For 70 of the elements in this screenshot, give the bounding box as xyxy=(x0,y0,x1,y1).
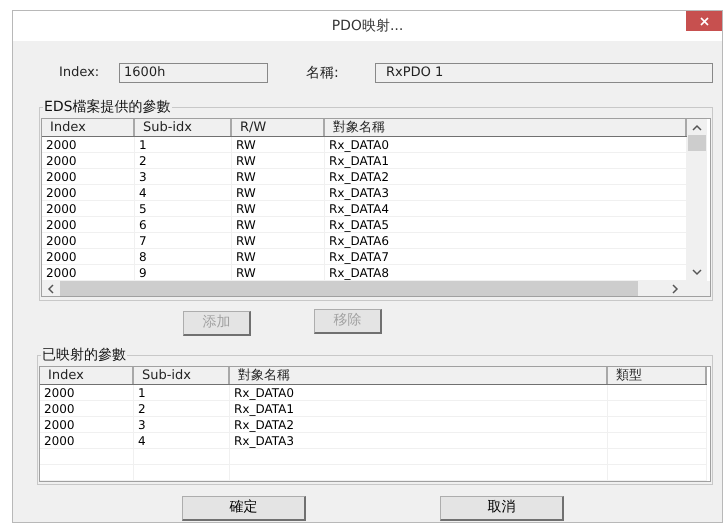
table-cell: 2000 xyxy=(46,154,77,168)
table-cell: 2000 xyxy=(46,250,77,264)
table-cell: Rx_DATA0 xyxy=(329,138,389,152)
table-cell: 2000 xyxy=(46,202,77,216)
table-cell: RW xyxy=(236,218,256,232)
name-label: 名稱: xyxy=(306,64,340,82)
table-cell: 2000 xyxy=(46,234,77,248)
column-header[interactable]: Sub-idx xyxy=(134,367,230,384)
table-cell: Rx_DATA1 xyxy=(329,154,389,168)
table-cell: RW xyxy=(236,138,256,152)
table-cell: 2000 xyxy=(44,418,75,432)
table-cell: 8 xyxy=(139,250,147,264)
table-cell: 2000 xyxy=(44,386,75,400)
table-cell: 5 xyxy=(139,202,147,216)
index-field[interactable]: 1600h xyxy=(119,63,268,83)
name-field[interactable]: RxPDO 1 xyxy=(375,63,713,83)
window-title: PDO映射... xyxy=(332,16,404,36)
data-table[interactable]: Index Sub-idx 對象名稱 類型 2000 1 Rx_DATA0 2000 2 Rx_DATA1 2000 3 Rx_DATA2 2000 4 Rx_DATA3 xyxy=(39,366,711,482)
index-label: Index: xyxy=(59,64,100,82)
table-cell: 2000 xyxy=(46,138,77,152)
table-cell: Rx_DATA6 xyxy=(329,234,389,248)
column-header[interactable]: Index xyxy=(42,119,135,136)
table-cell: 9 xyxy=(139,266,147,280)
table-cell: RW xyxy=(236,154,256,168)
table-cell: 2 xyxy=(138,402,146,416)
vertical-scrollbar[interactable] xyxy=(687,119,707,281)
table-cell: 4 xyxy=(138,434,146,448)
table-cell: Rx_DATA2 xyxy=(329,170,389,184)
table-cell: 7 xyxy=(139,234,147,248)
column-header[interactable]: Index xyxy=(40,367,134,384)
table-cell: 2000 xyxy=(46,186,77,200)
table-cell: 3 xyxy=(138,418,146,432)
table-cell: Rx_DATA1 xyxy=(234,402,294,416)
close-icon xyxy=(700,16,708,26)
column-header[interactable]: 類型 xyxy=(608,367,707,384)
table-cell: Rx_DATA2 xyxy=(234,418,294,432)
table-cell: 1 xyxy=(138,386,146,400)
table-cell: 2 xyxy=(139,154,147,168)
table-cell: Rx_DATA0 xyxy=(234,386,294,400)
table-cell: 2000 xyxy=(46,218,77,232)
table-cell: 2000 xyxy=(46,170,77,184)
column-header[interactable]: R/W xyxy=(232,119,325,136)
dialog-button[interactable]: 取消 xyxy=(440,496,564,520)
table-cell: 2000 xyxy=(46,266,77,280)
table-cell: 4 xyxy=(139,186,147,200)
table-cell: RW xyxy=(236,234,256,248)
table-cell: 1 xyxy=(139,138,147,152)
table-cell: Rx_DATA5 xyxy=(329,218,389,232)
data-table[interactable]: Index Sub-idx R/W 對象名稱 2000 1 RW Rx_DATA0 2000 2 RW Rx_DATA1 2000 3 RW Rx_DATA2 2000 4 RW Rx_DATA3 2000 5 RW Rx_DATA4 2000 6 RW Rx_DATA5 2000 7 RW Rx_DATA6 2000 8 RW Rx_DATA7 2000 9 RW Rx_DATA8 xyxy=(41,118,711,297)
close-button[interactable] xyxy=(686,11,722,31)
table-cell: RW xyxy=(236,170,256,184)
table-cell: Rx_DATA4 xyxy=(329,202,389,216)
table-cell: 6 xyxy=(139,218,147,232)
table-cell: Rx_DATA3 xyxy=(234,434,294,448)
table-cell: 3 xyxy=(139,170,147,184)
group-title: EDS檔案提供的參數 xyxy=(44,99,171,115)
dialog-button[interactable]: 確定 xyxy=(182,496,306,520)
table-cell: Rx_DATA8 xyxy=(329,266,389,280)
column-header[interactable]: Sub-idx xyxy=(135,119,232,136)
table-cell: RW xyxy=(236,186,256,200)
table-cell: 2000 xyxy=(44,434,75,448)
table-cell: Rx_DATA7 xyxy=(329,250,389,264)
table-cell: 2000 xyxy=(44,402,75,416)
column-header[interactable]: 對象名稱 xyxy=(230,367,608,384)
table-cell: RW xyxy=(236,202,256,216)
scroll-thumb[interactable] xyxy=(688,135,706,151)
table-cell: RW xyxy=(236,266,256,280)
group-title: 已映射的參數 xyxy=(42,347,126,363)
table-cell: RW xyxy=(236,250,256,264)
table-cell: Rx_DATA3 xyxy=(329,186,389,200)
